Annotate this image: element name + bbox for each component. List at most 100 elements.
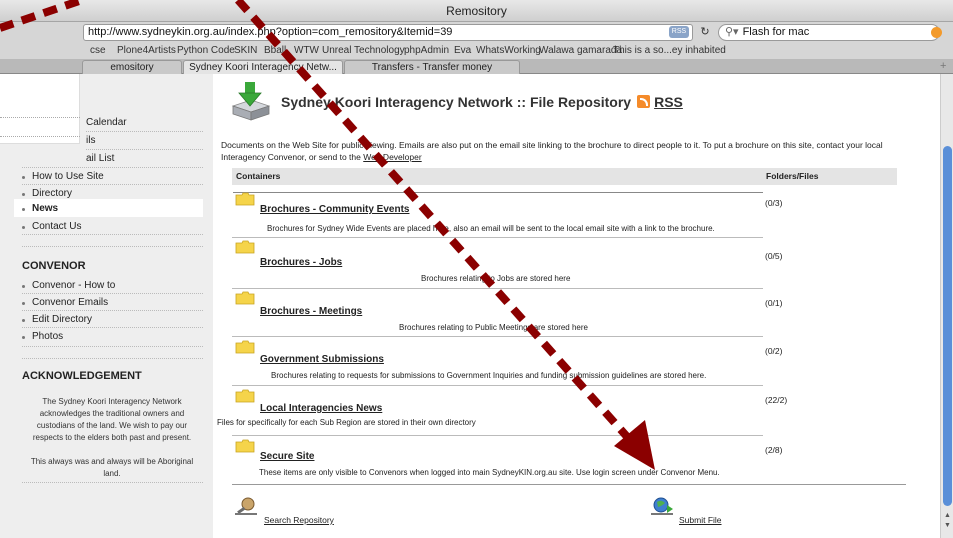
divider xyxy=(0,136,80,137)
divider xyxy=(22,293,203,294)
divider xyxy=(22,327,203,328)
acknowledgement-heading: ACKNOWLEDGEMENT xyxy=(22,370,142,382)
bookmarks-bar: cse Plone4Artists Python Code SKIN Bball… xyxy=(0,43,953,59)
acknowledgement-text-2: This always was and always will be Abori… xyxy=(30,457,194,478)
window-title: Remository xyxy=(0,0,953,22)
bullet xyxy=(22,208,25,211)
sidebar-item-edit-directory[interactable]: Edit Directory xyxy=(22,314,93,325)
sidebar-item-convenor-emails[interactable]: Convenor Emails xyxy=(22,297,109,308)
bookmark-item[interactable]: Eva xyxy=(454,43,471,59)
bookmark-item[interactable]: phpAdmin xyxy=(404,43,449,59)
search-repository-link[interactable]: Search Repository xyxy=(264,515,334,525)
acknowledgement-text: The Sydney Koori Interagency Network ack… xyxy=(32,397,192,442)
bullet xyxy=(22,285,25,288)
divider xyxy=(22,167,203,168)
sidebar-item-emails[interactable]: ils xyxy=(86,135,95,146)
container-count: (0/3) xyxy=(765,198,783,208)
container-count: (22/2) xyxy=(765,395,788,405)
search-field[interactable]: ⚲▾ Flash for mac xyxy=(718,24,940,41)
bookmark-item[interactable]: Bball xyxy=(264,43,286,59)
bookmark-item[interactable]: Python Code xyxy=(177,43,235,59)
divider xyxy=(22,184,203,185)
bookmark-item[interactable]: Plone4Artists xyxy=(117,43,176,59)
sidebar-item-news[interactable]: News xyxy=(22,203,58,214)
container-link[interactable]: Secure Site xyxy=(260,451,314,462)
folder-icon xyxy=(235,291,255,305)
container-desc: Brochures relating to Public Meetings ar… xyxy=(399,323,588,332)
web-developer-link[interactable]: Web Developer xyxy=(363,152,421,162)
bullet xyxy=(22,176,25,179)
container-count: (2/8) xyxy=(765,445,783,455)
sidebar-item-convenor-how-to[interactable]: Convenor - How to xyxy=(22,280,116,291)
bullet xyxy=(22,302,25,305)
tab-sydney-koori[interactable]: Sydney Koori Interagency Netw... xyxy=(183,60,343,74)
divider xyxy=(86,131,203,132)
divider xyxy=(232,484,906,485)
bookmark-item[interactable]: WhatsWorking xyxy=(476,43,541,59)
container-link[interactable]: Local Interagencies News xyxy=(260,403,382,414)
scroll-up-icon[interactable]: ▲ xyxy=(944,512,951,519)
browser-window: Remository http://www.sydneykin.org.au/i… xyxy=(0,0,953,538)
tab-remository[interactable]: emository xyxy=(82,60,182,74)
intro-body: Documents on the Web Site for public vie… xyxy=(221,140,883,162)
container-count: (0/1) xyxy=(765,298,783,308)
bookmark-item[interactable]: cse xyxy=(90,43,106,59)
bookmark-item[interactable]: Unreal Technology xyxy=(322,43,405,59)
divider xyxy=(22,482,203,483)
sidebar-item-label: Edit Directory xyxy=(32,314,93,325)
scrollbar[interactable]: ▲ ▼ xyxy=(940,74,953,538)
rss-link[interactable]: RSS xyxy=(654,94,683,110)
main-content: Sydney Koori Interagency Network :: File… xyxy=(213,74,940,538)
submit-file-link[interactable]: Submit File xyxy=(679,515,722,525)
divider xyxy=(22,246,203,247)
bookmark-item[interactable]: Walawa gamarada xyxy=(539,43,622,59)
divider xyxy=(86,149,203,150)
sidebar-item-label: Convenor Emails xyxy=(32,297,109,308)
sidebar-item-how-to[interactable]: How to Use Site xyxy=(22,171,104,182)
tab-transfers[interactable]: Transfers - Transfer money xyxy=(344,60,520,74)
folder-icon xyxy=(235,389,255,403)
table-header: Containers Folders/Files xyxy=(232,168,897,185)
search-value: Flash for mac xyxy=(742,26,810,38)
sidebar-item-directory[interactable]: Directory xyxy=(22,188,73,199)
container-link[interactable]: Government Submissions xyxy=(260,354,384,365)
overlay-menu xyxy=(0,74,80,144)
bookmark-item[interactable]: This is a so...ey inhabited xyxy=(613,43,726,59)
divider xyxy=(22,346,203,347)
page-title-text: Sydney Koori Interagency Network :: File… xyxy=(281,94,632,110)
sidebar-item-contact[interactable]: Contact Us xyxy=(22,221,81,232)
rss-icon[interactable] xyxy=(637,95,651,108)
sidebar-item-email-list[interactable]: ail List xyxy=(86,153,114,164)
sidebar-item-photos[interactable]: Photos xyxy=(22,331,63,342)
reload-icon[interactable]: ↻ xyxy=(696,24,714,41)
tab-bar: emository Sydney Koori Interagency Netw.… xyxy=(0,59,953,74)
bookmark-item[interactable]: WTW xyxy=(294,43,319,59)
container-link[interactable]: Brochures - Meetings xyxy=(260,306,362,317)
new-tab-icon[interactable]: + xyxy=(940,59,946,73)
folder-icon xyxy=(235,439,255,453)
divider xyxy=(22,234,203,235)
submit-file-icon xyxy=(651,497,673,515)
container-desc: Brochures for Sydney Wide Events are pla… xyxy=(267,224,715,233)
divider xyxy=(22,310,203,311)
sidebar-item-calendar[interactable]: Calendar xyxy=(86,117,127,128)
scroll-down-icon[interactable]: ▼ xyxy=(944,522,951,529)
header-containers: Containers xyxy=(236,171,281,181)
page-title: Sydney Koori Interagency Network :: File… xyxy=(281,94,683,110)
rss-badge[interactable]: RSS xyxy=(669,26,689,38)
bookmark-item[interactable]: SKIN xyxy=(234,43,257,59)
snapback-icon[interactable] xyxy=(931,27,942,38)
folder-icon xyxy=(235,192,255,206)
divider xyxy=(0,117,80,118)
divider xyxy=(232,336,763,337)
bullet xyxy=(22,226,25,229)
url-field[interactable]: http://www.sydneykin.org.au/index.php?op… xyxy=(83,24,693,41)
search-repository-icon xyxy=(235,497,257,515)
container-link[interactable]: Brochures - Community Events xyxy=(260,204,409,215)
container-link[interactable]: Brochures - Jobs xyxy=(260,257,342,268)
intro-text: Documents on the Web Site for public vie… xyxy=(221,139,901,163)
sidebar-item-label: Directory xyxy=(32,188,73,199)
scroll-thumb[interactable] xyxy=(943,146,952,506)
sidebar-item-label: How to Use Site xyxy=(32,171,104,182)
sidebar-item-label: Convenor - How to xyxy=(32,280,116,291)
